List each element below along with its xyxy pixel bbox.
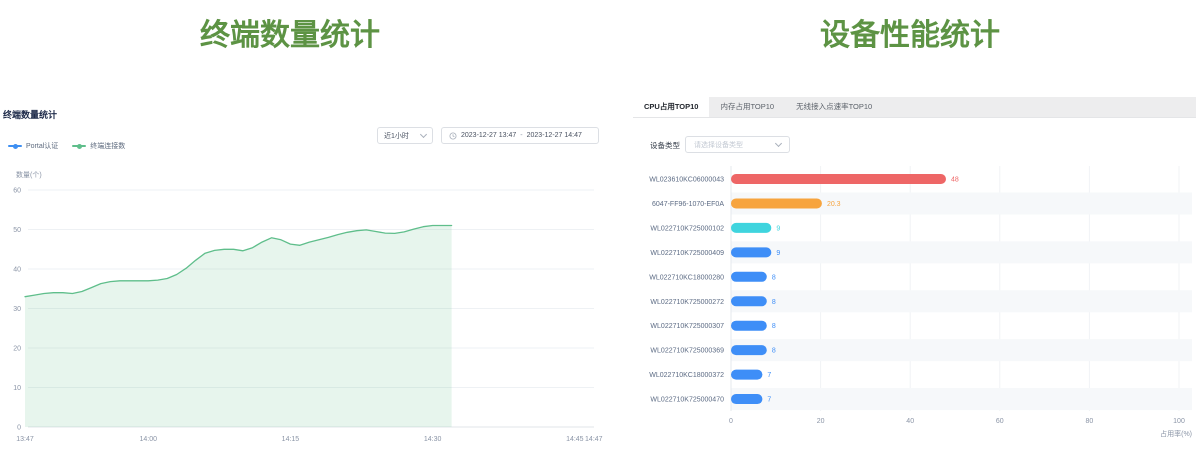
date-range-end: 2023-12-27 14:47 — [527, 132, 582, 139]
svg-text:WL022710K725000272: WL022710K725000272 — [650, 299, 724, 306]
terminal-count-area-chart: 数量(个) 0 10 20 30 40 50 60 13:47 14:00 14:15 14:30 14… — [0, 160, 610, 456]
svg-text:8: 8 — [772, 348, 776, 355]
device-type-placeholder: 请选择设备类型 — [694, 140, 743, 150]
date-range-start: 2023-12-27 13:47 — [461, 132, 516, 139]
svg-text:10: 10 — [13, 385, 21, 392]
legend-marker-icon — [72, 145, 86, 147]
svg-text:14:30: 14:30 — [424, 436, 442, 443]
svg-text:6047-FF96-1070-EF0A: 6047-FF96-1070-EF0A — [652, 201, 724, 208]
svg-text:100: 100 — [1173, 418, 1185, 425]
legend-label: 终端连接数 — [90, 141, 125, 151]
svg-text:40: 40 — [13, 267, 21, 274]
svg-text:WL022710K725000369: WL022710K725000369 — [650, 348, 724, 355]
svg-text:WL022710K725000102: WL022710K725000102 — [650, 225, 724, 232]
legend-marker-icon — [8, 145, 22, 147]
svg-text:50: 50 — [13, 227, 21, 234]
svg-text:80: 80 — [1086, 418, 1094, 425]
svg-text:20: 20 — [13, 346, 21, 353]
svg-text:14:15: 14:15 — [282, 436, 300, 443]
right-section-title: 设备性能统计 — [620, 18, 1200, 54]
svg-text:9: 9 — [776, 225, 780, 232]
svg-text:14:47: 14:47 — [585, 436, 603, 443]
clock-icon — [449, 132, 457, 140]
svg-text:14:00: 14:00 — [139, 436, 157, 443]
svg-text:8: 8 — [772, 323, 776, 330]
legend-label: Portal认证 — [26, 141, 58, 151]
svg-text:占用率(%): 占用率(%) — [1160, 429, 1192, 438]
time-range-select[interactable]: 近1小时 — [377, 127, 433, 144]
svg-text:13:47: 13:47 — [16, 436, 34, 443]
left-section-title: 终端数量统计 — [0, 18, 580, 54]
time-range-select-value: 近1小时 — [384, 131, 409, 141]
performance-tabbar: CPU占用TOP10内存占用TOP10无线接入点速率TOP10 — [633, 97, 1196, 118]
chevron-down-icon — [775, 140, 782, 147]
date-range-separator: - — [520, 132, 522, 139]
date-range-picker[interactable]: 2023-12-27 13:47 - 2023-12-27 14:47 — [441, 127, 599, 144]
chevron-down-icon — [420, 131, 427, 138]
tab-2[interactable]: 无线接入点速率TOP10 — [785, 97, 883, 117]
device-type-select[interactable]: 请选择设备类型 — [685, 136, 790, 153]
page: 终端数量统计 设备性能统计 终端数量统计 近1小时 2023-12-27 13:… — [0, 0, 1200, 456]
legend-item[interactable]: 终端连接数 — [72, 141, 125, 151]
svg-text:30: 30 — [13, 306, 21, 313]
cpu-top10-bar-chart: WL023610KC06000043 48 6047-FF96-1070-EF0A 2… — [620, 160, 1200, 456]
legend-item[interactable]: Portal认证 — [8, 141, 58, 151]
device-type-label: 设备类型 — [650, 140, 680, 151]
svg-text:WL022710KC18000372: WL022710KC18000372 — [649, 372, 724, 379]
tab-0[interactable]: CPU占用TOP10 — [633, 97, 709, 117]
svg-text:7: 7 — [767, 372, 771, 379]
svg-text:60: 60 — [996, 418, 1004, 425]
svg-text:14:45: 14:45 — [566, 436, 584, 443]
svg-text:20: 20 — [817, 418, 825, 425]
chart-legend: Portal认证 终端连接数 — [8, 141, 125, 151]
svg-text:8: 8 — [772, 299, 776, 306]
svg-text:40: 40 — [906, 418, 914, 425]
svg-text:60: 60 — [13, 188, 21, 195]
svg-text:WL022710KC18000280: WL022710KC18000280 — [649, 274, 724, 281]
svg-text:WL023610KC06000043: WL023610KC06000043 — [649, 177, 724, 184]
svg-text:7: 7 — [767, 397, 771, 404]
svg-text:WL022710K725000470: WL022710K725000470 — [650, 397, 724, 404]
svg-text:WL022710K725000409: WL022710K725000409 — [650, 250, 724, 257]
svg-text:8: 8 — [772, 274, 776, 281]
terminal-count-card-title: 终端数量统计 — [3, 108, 57, 121]
svg-text:0: 0 — [17, 425, 21, 432]
svg-text:0: 0 — [729, 418, 733, 425]
svg-text:WL022710K725000307: WL022710K725000307 — [650, 323, 724, 330]
tab-1[interactable]: 内存占用TOP10 — [709, 97, 785, 117]
svg-text:48: 48 — [951, 177, 959, 184]
svg-text:数量(个): 数量(个) — [16, 170, 42, 179]
svg-text:20.3: 20.3 — [827, 201, 841, 208]
svg-text:9: 9 — [776, 250, 780, 257]
